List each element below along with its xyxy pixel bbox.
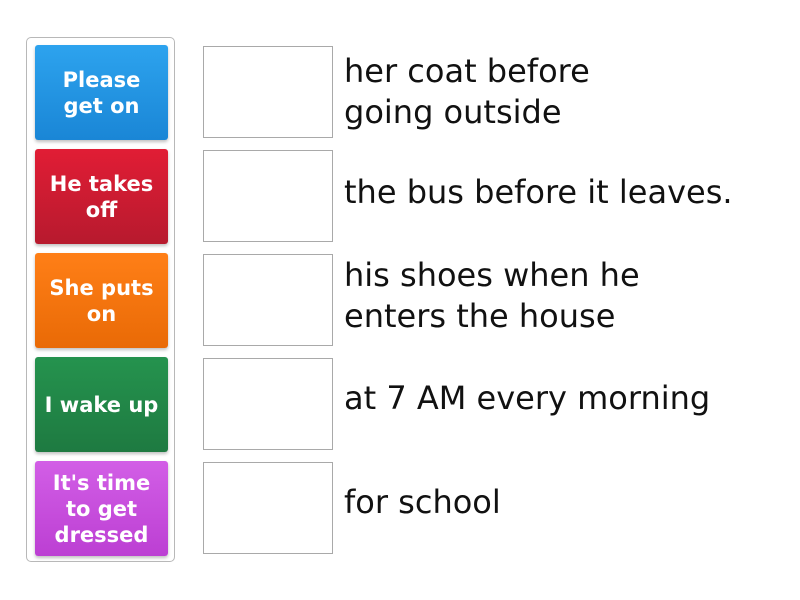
tile-label: I wake up bbox=[44, 392, 159, 417]
tile-label: He takes off bbox=[49, 171, 154, 222]
sentence-ending: the bus before it leaves. bbox=[344, 146, 784, 238]
drop-zone[interactable] bbox=[203, 150, 333, 242]
sentence-text: the bus before it leaves. bbox=[344, 172, 733, 211]
answer-tiles-tray: Please get on He takes off She puts on I… bbox=[26, 37, 175, 562]
tile-label: Please get on bbox=[62, 67, 141, 118]
answer-tile[interactable]: She puts on bbox=[35, 253, 168, 348]
sentence-ending: her coat before going outside bbox=[344, 46, 784, 138]
drop-zone[interactable] bbox=[203, 254, 333, 346]
sentence-ending: for school bbox=[344, 456, 784, 548]
tile-label: It's time to get dressed bbox=[52, 470, 151, 547]
answer-tile[interactable]: I wake up bbox=[35, 357, 168, 452]
sentence-text: her coat before going outside bbox=[344, 52, 590, 131]
drop-zone[interactable] bbox=[203, 462, 333, 554]
drop-zone[interactable] bbox=[203, 358, 333, 450]
sentence-ending: at 7 AM every morning bbox=[344, 352, 784, 444]
answer-tile[interactable]: It's time to get dressed bbox=[35, 461, 168, 556]
sentence-text: for school bbox=[344, 482, 501, 521]
drop-zone[interactable] bbox=[203, 46, 333, 138]
answer-tile[interactable]: Please get on bbox=[35, 45, 168, 140]
sentence-text: his shoes when he enters the house bbox=[344, 256, 640, 335]
sentence-ending: his shoes when he enters the house bbox=[344, 250, 784, 342]
answer-tile[interactable]: He takes off bbox=[35, 149, 168, 244]
tile-label: She puts on bbox=[49, 275, 154, 326]
sentence-text: at 7 AM every morning bbox=[344, 378, 711, 417]
